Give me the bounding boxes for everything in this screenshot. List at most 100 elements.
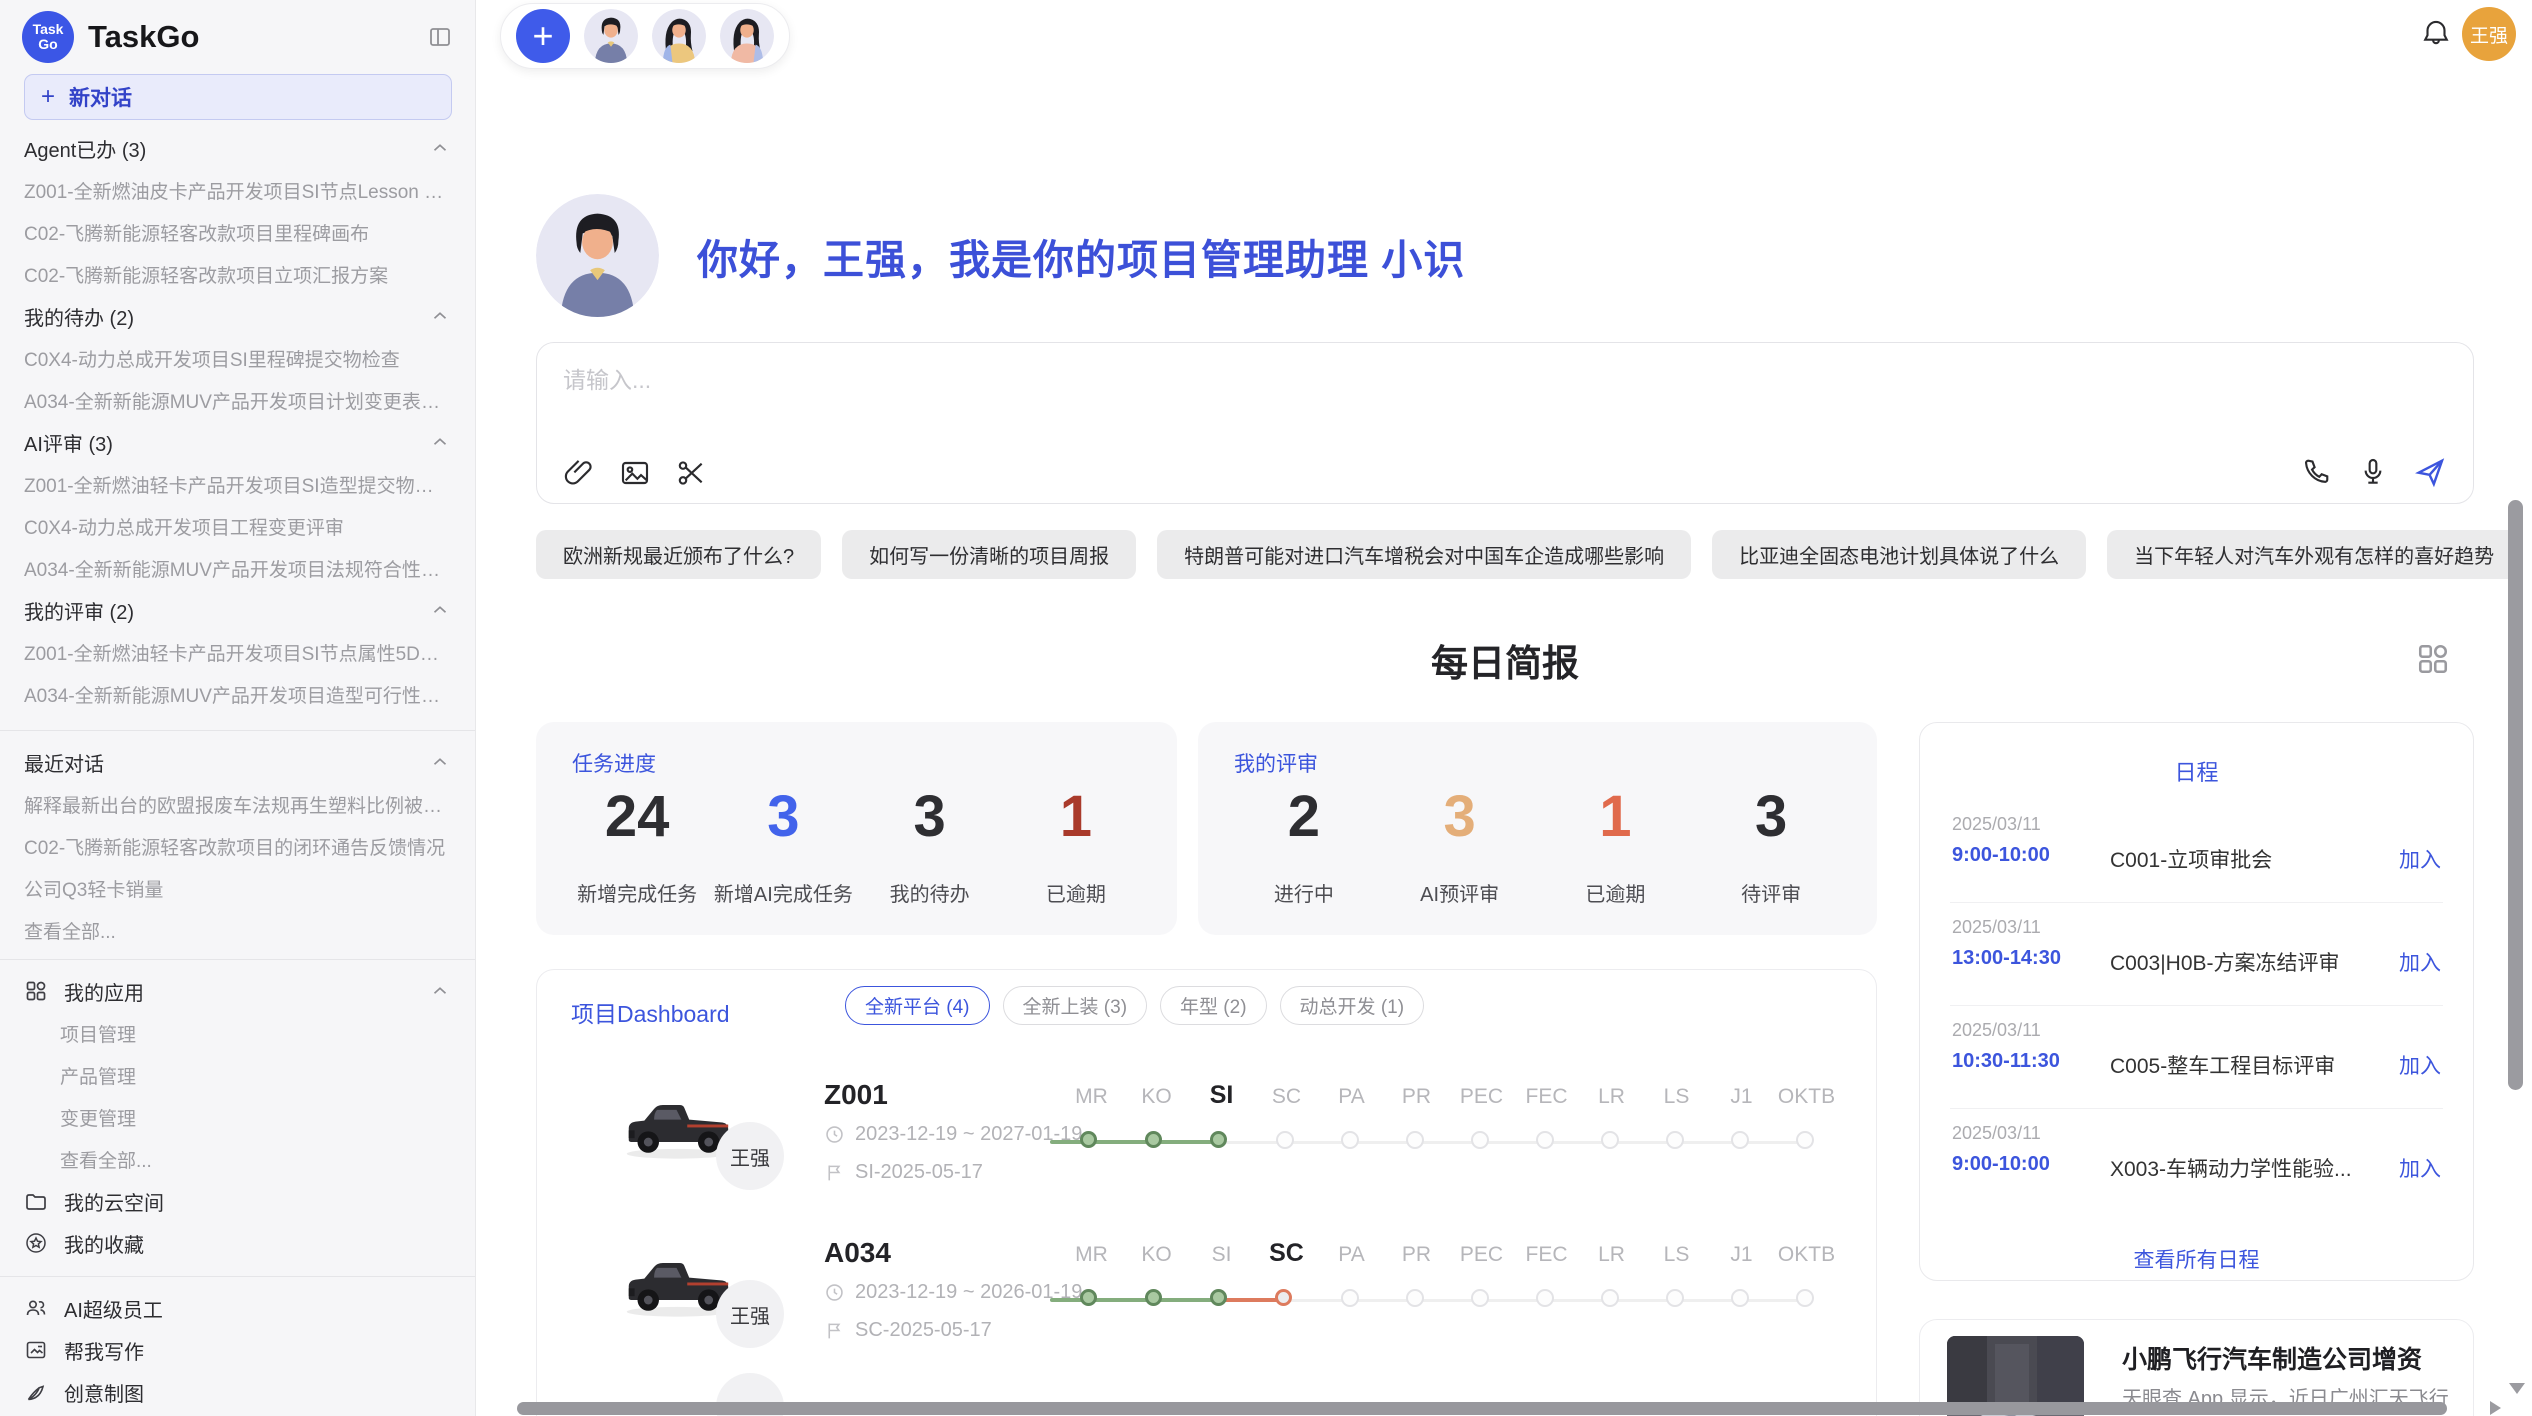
stat-label: 已逾期 (1046, 878, 1106, 907)
sidebar-my-apps-header[interactable]: 我的应用 (0, 970, 475, 1012)
project-dates: 2023-12-19 ~ 2027-01-19 (824, 1123, 1082, 1146)
milestone-label-SI: SI (1189, 1081, 1255, 1110)
sidebar-section-header-1[interactable]: 我的待办 (2) (0, 295, 475, 337)
add-agent-button[interactable]: + (516, 9, 570, 63)
bell-icon[interactable] (2419, 17, 2453, 51)
sidebar-tool-帮我写作[interactable]: 帮我写作 (0, 1329, 475, 1371)
horizontal-scrollbar-thumb[interactable] (517, 1402, 2447, 1415)
sidebar-task-item[interactable]: C0X4-动力总成开发项目SI里程碑提交物检查 (0, 337, 475, 379)
milestone-dot-FEC (1536, 1131, 1554, 1149)
milestone-dot-J1 (1731, 1289, 1749, 1307)
sidebar-app-item[interactable]: 项目管理 (0, 1012, 475, 1054)
project-dashboard-card: 项目Dashboard 全新平台 (4)全新上装 (3)年型 (2)动总开发 (… (536, 969, 1877, 1416)
event-time: 13:00-14:30 (1952, 947, 2061, 970)
sidebar-item-label: C02-飞腾新能源轻客改款项目的闭环通告反馈情况 (24, 833, 451, 860)
new-chat-button[interactable]: + 新对话 (24, 74, 452, 120)
recent-conversation-item[interactable]: 解释最新出台的欧盟报废车法规再生塑料比例被调至15%... (0, 783, 475, 825)
suggestion-chip[interactable]: 比亚迪全固态电池计划具体说了什么 (1712, 530, 2086, 579)
event-name: X003-车辆动力学性能验... (2110, 1153, 2352, 1183)
sidebar-tool-AI超级员工[interactable]: AI超级员工 (0, 1287, 475, 1329)
sidebar-favorites[interactable]: 我的收藏 (0, 1222, 475, 1264)
sidebar-section-header-3[interactable]: 我的评审 (2) (0, 589, 475, 631)
milestone-label-PA: PA (1319, 1085, 1385, 1109)
event-join-link[interactable]: 加入 (2399, 1050, 2441, 1080)
scissors-icon[interactable] (675, 457, 707, 489)
sidebar-app-item[interactable]: 产品管理 (0, 1054, 475, 1096)
project-name: Z001 (824, 1079, 888, 1111)
dashboard-filter-tab[interactable]: 全新平台 (4) (845, 986, 990, 1025)
recent-conversation-item[interactable]: C02-飞腾新能源轻客改款项目的闭环通告反馈情况 (0, 825, 475, 867)
image-icon[interactable] (619, 457, 651, 489)
sidebar-cloud-space[interactable]: 我的云空间 (0, 1180, 475, 1222)
logo-line1: Task (33, 22, 64, 37)
recent-view-all-link[interactable]: 查看全部... (0, 909, 475, 951)
paperclip-icon[interactable] (563, 457, 595, 489)
agent-avatar-2[interactable] (652, 9, 706, 63)
sidebar-task-item[interactable]: C02-飞腾新能源轻客改款项目里程碑画布 (0, 211, 475, 253)
dashboard-filter-tab[interactable]: 动总开发 (1) (1280, 986, 1425, 1025)
sidebar-task-item[interactable]: Z001-全新燃油皮卡产品开发项目SI节点Lesson Learn报告 (0, 169, 475, 211)
news-title: 小鹏飞行汽车制造公司增资 (2122, 1340, 2422, 1376)
sidebar-app-item[interactable]: 变更管理 (0, 1096, 475, 1138)
agent-avatar-1[interactable] (584, 9, 638, 63)
sidebar-task-item[interactable]: Z001-全新燃油轻卡产品开发项目SI造型提交物评审 (0, 463, 475, 505)
project-owner-name: 王强 (730, 1300, 770, 1329)
milestone-label-MR: MR (1059, 1243, 1125, 1267)
event-join-link[interactable]: 加入 (2399, 1153, 2441, 1183)
sidebar-task-item[interactable]: Z001-全新燃油轻卡产品开发项目SI节点属性5D文件评审 (0, 631, 475, 673)
sidebar-section-header-2[interactable]: AI评审 (3) (0, 421, 475, 463)
sidebar-collapse-icon[interactable] (427, 25, 453, 49)
sidebar-item-label: Z001-全新燃油皮卡产品开发项目SI节点Lesson Learn报告 (24, 177, 451, 204)
milestone-dot-PR (1406, 1289, 1424, 1307)
dashboard-filter-tab[interactable]: 年型 (2) (1160, 986, 1267, 1025)
sidebar-task-item[interactable]: A034-全新新能源MUV产品开发项目造型可行性评审 (0, 673, 475, 715)
recent-conversation-item[interactable]: 公司Q3轻卡销量 (0, 867, 475, 909)
sidebar-header: Task Go TaskGo (22, 10, 453, 64)
phone-icon[interactable] (2301, 456, 2333, 488)
sidebar-task-item[interactable]: C0X4-动力总成开发项目工程变更评审 (0, 505, 475, 547)
vertical-scrollbar-thumb[interactable] (2508, 500, 2523, 1090)
sidebar-item-label: 解释最新出台的欧盟报废车法规再生塑料比例被调至15%... (24, 791, 451, 818)
suggestion-chip[interactable]: 如何写一份清晰的项目周报 (842, 530, 1136, 579)
user-avatar[interactable]: 王强 (2462, 7, 2516, 61)
new-chat-label: 新对话 (69, 82, 132, 112)
sidebar-section-header-0[interactable]: Agent已办 (3) (0, 127, 475, 169)
stat-已逾期: 1已逾期 (1003, 788, 1149, 907)
stat-新增AI完成任务: 3新增AI完成任务 (710, 788, 856, 907)
sidebar-recent-header[interactable]: 最近对话 (0, 741, 475, 783)
write-image-icon (24, 1338, 48, 1362)
project-row-Z001[interactable]: 王强Z0012023-12-19 ~ 2027-01-19SI-2025-05-… (537, 1075, 1876, 1233)
suggestion-chip[interactable]: 当下年轻人对汽车外观有怎样的喜好趋势 (2107, 530, 2521, 579)
sidebar-divider (0, 730, 475, 731)
section-header-label: 我的待办 (2) (24, 302, 421, 331)
sidebar-item-label: A034-全新新能源MUV产品开发项目造型可行性评审 (24, 681, 451, 708)
apps-view-all-link[interactable]: 查看全部... (0, 1138, 475, 1180)
suggestion-chip[interactable]: 欧洲新规最近颁布了什么? (536, 530, 821, 579)
sidebar: Task Go TaskGo + 新对话 Agent已办 (3) Z001-全新燃… (0, 0, 476, 1416)
send-icon[interactable] (2413, 455, 2447, 489)
milestone-dot-SI (1210, 1131, 1227, 1148)
chat-input[interactable] (563, 361, 2443, 441)
milestone-label-KO: KO (1124, 1085, 1190, 1109)
view-all-schedule-link[interactable]: 查看所有日程 (1920, 1244, 2473, 1274)
sidebar-tool-创意制图[interactable]: 创意制图 (0, 1371, 475, 1413)
mic-icon[interactable] (2357, 456, 2389, 488)
stat-待评审: 3待评审 (1693, 788, 1849, 907)
event-join-link[interactable]: 加入 (2399, 947, 2441, 977)
stat-label: 我的待办 (890, 878, 970, 907)
dashboard-filter-tab[interactable]: 全新上装 (3) (1003, 986, 1148, 1025)
milestone-label-MR: MR (1059, 1085, 1125, 1109)
briefing-grid-icon[interactable] (2415, 641, 2451, 677)
timeline-segment (1050, 1298, 1222, 1302)
suggestion-chip[interactable]: 特朗普可能对进口汽车增税会对中国车企造成哪些影响 (1157, 530, 1691, 579)
project-row-A034[interactable]: 王强A0342023-12-19 ~ 2026-01-19SC-2025-05-… (537, 1233, 1876, 1391)
scroll-down-arrow[interactable] (2509, 1383, 2525, 1394)
sidebar-task-item[interactable]: A034-全新新能源MUV产品开发项目计划变更表编写 (0, 379, 475, 421)
user-initials: 王强 (2470, 21, 2508, 48)
event-join-link[interactable]: 加入 (2399, 844, 2441, 874)
scroll-right-arrow[interactable] (2490, 1401, 2501, 1415)
sidebar-task-item[interactable]: A034-全新新能源MUV产品开发项目法规符合性评审 (0, 547, 475, 589)
event-name: C003|H0B-方案冻结评审 (2110, 947, 2340, 977)
sidebar-task-item[interactable]: C02-飞腾新能源轻客改款项目立项汇报方案 (0, 253, 475, 295)
agent-avatar-3[interactable] (720, 9, 774, 63)
